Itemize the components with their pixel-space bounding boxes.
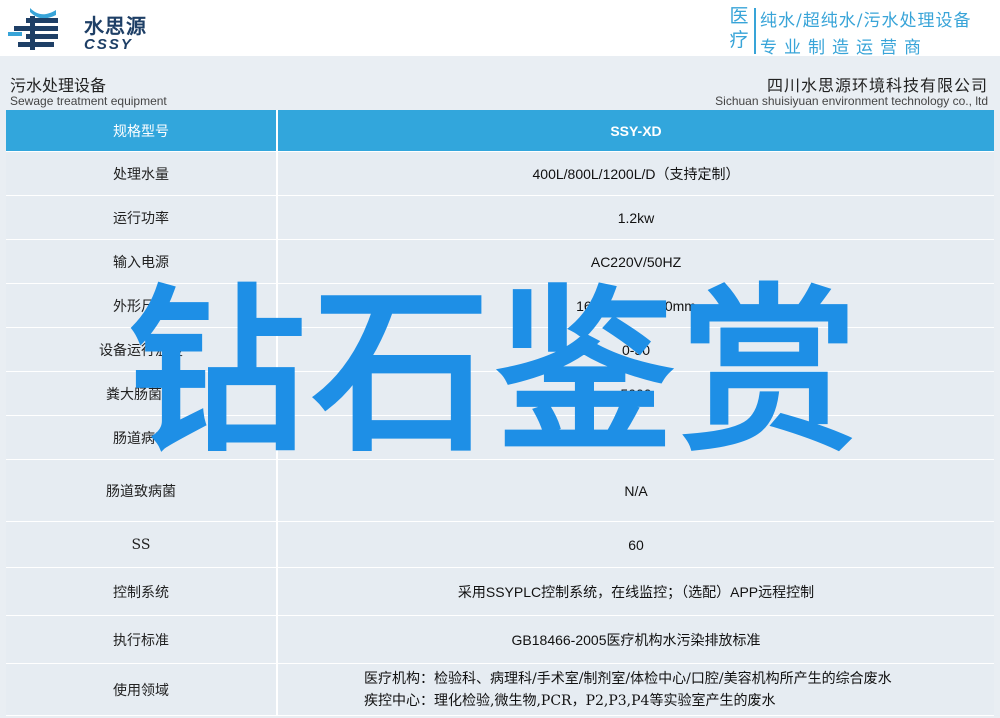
company-name-en: Sichuan shuisiyuan environment technolog… (715, 94, 988, 108)
row-label: 执行标准 (113, 632, 169, 649)
company-name-cn: 四川水思源环境科技有限公司 (766, 76, 988, 95)
tagline-category-char-2: 疗 (729, 29, 749, 51)
row-value: 采用SSYPLC控制系统，在线监控；（选配）APP远程控制 (457, 583, 815, 600)
row-label: 控制系统 (113, 584, 169, 601)
table-row: 粪大肠菌群 5000 (6, 372, 994, 416)
row-label: 肠道致病菌 (106, 483, 176, 500)
row-value: 5000 (620, 385, 652, 402)
header-label: 规格型号 (113, 123, 169, 140)
tagline-products: 纯水/超纯水/污水处理设备 (760, 11, 972, 31)
page-header: 水思源 CSSY 医 疗 纯水/超纯水/污水处理设备 专业制造运营商 (0, 0, 1000, 60)
row-label: SS (131, 536, 151, 553)
row-label: 肠道病毒 (113, 430, 169, 447)
tagline-category-char-1: 医 (729, 5, 749, 27)
row-label: 运行功率 (113, 210, 169, 227)
tagline-box: 医 疗 纯水/超纯水/污水处理设备 专业制造运营商 (724, 4, 1000, 58)
row-label: 处理水量 (113, 166, 169, 183)
table-row: 处理水量 400L/800L/1200L/D（支持定制） (6, 152, 994, 196)
row-label: 粪大肠菌群 (106, 386, 176, 403)
spec-table: 规格型号 SSY-XD 处理水量 400L/800L/1200L/D（支持定制）… (6, 110, 994, 716)
row-label: 使用领域 (113, 682, 169, 699)
table-row: 设备运行温度 0-50 (6, 328, 994, 372)
table-row: 运行功率 1.2kw (6, 196, 994, 240)
row-label: 设备运行温度 (99, 342, 183, 359)
row-value: 60 (628, 536, 644, 553)
table-row: 外形尺寸 1680*800*1440mm (6, 284, 994, 328)
row-value: 0-50 (621, 341, 651, 358)
table-row: 控制系统 采用SSYPLC控制系统，在线监控；（选配）APP远程控制 (6, 568, 994, 616)
logo-english-name: CSSY (84, 36, 133, 53)
row-value: N/A (624, 482, 648, 499)
row-value: 1680*800*1440mm (576, 297, 696, 314)
row-value: GB18466-2005医疗机构水污染排放标准 (511, 631, 761, 648)
tagline-category: 医 疗 (724, 4, 754, 56)
brand-logo[interactable]: 水思源 CSSY (8, 6, 148, 54)
table-row-usage: 使用领域 医疗机构：检验科、病理科/手术室/制剂室/体检中心/口腔/美容机构所产… (6, 664, 994, 716)
table-row: 肠道致病菌 N/A (6, 460, 994, 522)
spec-table-header: 规格型号 SSY-XD (6, 110, 994, 152)
tagline-divider (754, 8, 756, 54)
row-label: 外形尺寸 (113, 298, 169, 315)
row-value: 1.2kw (617, 209, 655, 226)
water-logo-icon (8, 8, 58, 50)
product-category-en: Sewage treatment equipment (10, 94, 167, 108)
row-value: 400L/800L/1200L/D（支持定制） (532, 165, 740, 182)
logo-chinese-name: 水思源 (84, 14, 147, 38)
tagline-slogan: 专业制造运营商 (760, 38, 928, 58)
usage-values: 医疗机构：检验科、病理科/手术室/制剂室/体检中心/口腔/美容机构所产生的综合废… (278, 664, 994, 715)
table-row: SS 60 (6, 522, 994, 568)
row-value: N/A (624, 429, 648, 446)
usage-line-medical: 医疗机构：检验科、病理科/手术室/制剂室/体检中心/口腔/美容机构所产生的综合废… (364, 670, 892, 687)
usage-line-cdc: 疾控中心：理化检验,微生物,PCR，P2,P3,P4等实验室产生的废水 (364, 692, 776, 709)
row-label: 输入电源 (113, 254, 169, 271)
table-row: 肠道病毒 N/A (6, 416, 994, 460)
row-value: AC220V/50HZ (590, 253, 682, 270)
document-subheader: 污水处理设备 Sewage treatment equipment 四川水思源环… (6, 62, 994, 110)
product-category-cn: 污水处理设备 (10, 76, 107, 95)
table-row: 输入电源 AC220V/50HZ (6, 240, 994, 284)
table-row: 执行标准 GB18466-2005医疗机构水污染排放标准 (6, 616, 994, 664)
header-model: SSY-XD (610, 122, 662, 139)
